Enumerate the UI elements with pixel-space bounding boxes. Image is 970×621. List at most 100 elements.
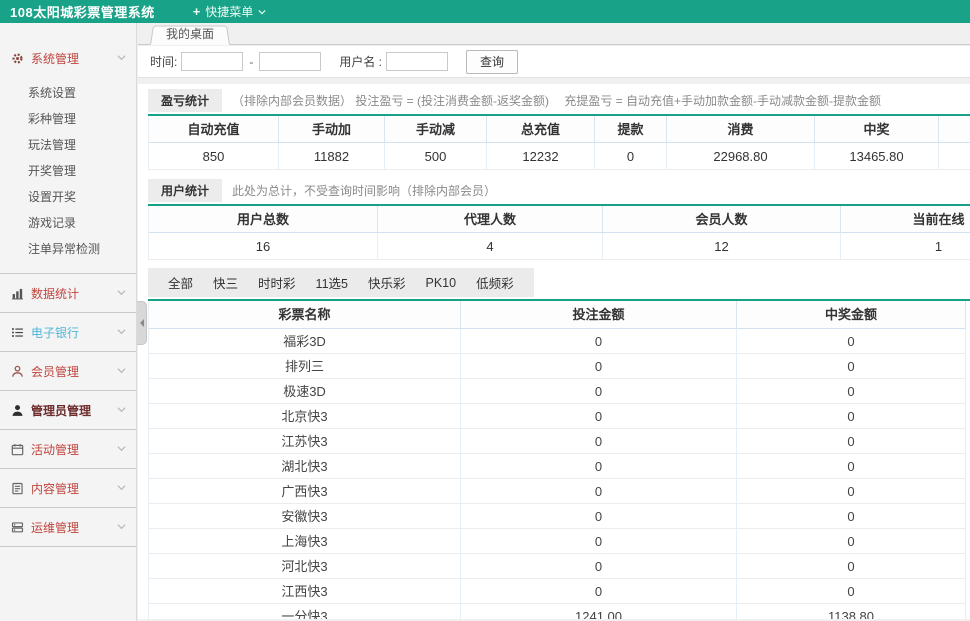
sidebar-subitem[interactable]: 游戏记录: [28, 209, 136, 235]
lottery-table-row: 北京快3 0 0: [148, 404, 966, 429]
sidebar-subitem[interactable]: 注单异常检测: [28, 235, 136, 261]
profit-header-filler-cell: [939, 116, 970, 143]
sidebar-section-stats: 数据统计: [0, 274, 136, 313]
lottery-win-amount-cell: 0: [737, 554, 966, 579]
lottery-table-row: 河北快3 0 0: [148, 554, 966, 579]
profit-header-cell: 手动加: [279, 116, 385, 143]
lottery-header-cell: 中奖金额: [737, 301, 966, 329]
lottery-bet-amount-cell: 0: [461, 479, 737, 504]
user-header-cell: 代理人数: [378, 206, 603, 233]
main-content: 我的桌面 时间: - 用户名 : 查询 盈亏统计 （排除内部会员数据） 投注盈亏…: [138, 23, 970, 621]
tab-my-desktop-label: 我的桌面: [150, 24, 230, 45]
sidebar-submenu-system: 系统设置彩种管理玩法管理开奖管理设置开奖游戏记录注单异常检测: [0, 77, 136, 273]
lottery-bet-amount-cell: 1241.00: [461, 604, 737, 619]
list-icon: [11, 326, 24, 339]
lottery-bet-amount-cell: 0: [461, 379, 737, 404]
lottery-name-cell: 江苏快3: [148, 429, 461, 454]
app-title: 108太阳城彩票管理系统: [0, 2, 155, 21]
lottery-tab[interactable]: 快三: [203, 272, 248, 293]
sidebar-item-e-bank[interactable]: 电子银行: [0, 313, 136, 351]
sidebar-item-activity-management[interactable]: 活动管理: [0, 430, 136, 468]
collapse-arrow-icon: [140, 319, 144, 327]
sidebar-item-data-statistics[interactable]: 数据统计: [0, 274, 136, 312]
user-header-cell: 会员人数: [603, 206, 841, 233]
lottery-table-row: 极速3D 0 0: [148, 379, 966, 404]
user-section-header: 用户统计 此处为总计，不受查询时间影响（排除内部会员）: [148, 180, 970, 200]
username-label: 用户名 :: [339, 53, 382, 70]
sidebar-collapse-handle[interactable]: [137, 301, 147, 345]
sidebar-subitem[interactable]: 玩法管理: [28, 131, 136, 157]
user-value-cell: 4: [378, 233, 603, 260]
sidebar-subitem[interactable]: 彩种管理: [28, 105, 136, 131]
lottery-win-amount-cell: 1138.80: [737, 604, 966, 619]
sidebar-item-content-management[interactable]: 内容管理: [0, 469, 136, 507]
lottery-header-cell: 投注金额: [461, 301, 737, 329]
quick-menu-button[interactable]: + 快捷菜单: [193, 3, 267, 20]
lottery-win-amount-cell: 0: [737, 354, 966, 379]
tab-my-desktop[interactable]: 我的桌面: [150, 24, 230, 45]
user-header-cell: 用户总数: [148, 206, 378, 233]
search-button[interactable]: 查询: [466, 50, 518, 74]
lottery-table-row: 广西快3 0 0: [148, 479, 966, 504]
lottery-table-row: 江西快3 0 0: [148, 579, 966, 604]
lottery-tab[interactable]: 低频彩: [466, 272, 524, 293]
sidebar-item-label: 数据统计: [31, 285, 79, 302]
lottery-bet-amount-cell: 0: [461, 329, 737, 354]
lottery-win-amount-cell: 0: [737, 404, 966, 429]
sidebar-item-ops-management[interactable]: 运维管理: [0, 508, 136, 546]
sidebar-item-system-management[interactable]: 系统管理: [0, 39, 136, 77]
lottery-name-cell: 上海快3: [148, 529, 461, 554]
lottery-name-cell: 北京快3: [148, 404, 461, 429]
profit-header-cell: 自动充值: [148, 116, 279, 143]
profit-value-cell: 500: [385, 143, 487, 170]
sidebar-item-member-management[interactable]: 会员管理: [0, 352, 136, 390]
lottery-table: 彩票名称投注金额中奖金额 福彩3D 0 0 排列三 0 0 极速3D 0 0 北…: [148, 299, 970, 619]
lottery-tab[interactable]: 全部: [158, 272, 203, 293]
document-icon: [11, 482, 24, 495]
profit-header-cell: 消费: [667, 116, 815, 143]
username-input[interactable]: [386, 52, 448, 71]
lottery-name-cell: 江西快3: [148, 579, 461, 604]
sidebar-item-admin-management[interactable]: 管理员管理: [0, 391, 136, 429]
lottery-table-row: 福彩3D 0 0: [148, 329, 966, 354]
calendar-icon: [11, 443, 24, 456]
profit-section-note: （排除内部会员数据） 投注盈亏 = (投注消费金额-返奖金额) 充提盈亏 = 自…: [232, 92, 881, 109]
sidebar-item-label: 电子银行: [31, 324, 79, 341]
lottery-name-cell: 广西快3: [148, 479, 461, 504]
user-table-clip: 用户总数代理人数会员人数当前在线 164121: [148, 204, 970, 260]
lottery-tab[interactable]: 时时彩: [248, 272, 306, 293]
sidebar-subitem[interactable]: 设置开奖: [28, 183, 136, 209]
lottery-table-row: 上海快3 0 0: [148, 529, 966, 554]
sidebar-subitem[interactable]: 开奖管理: [28, 157, 136, 183]
sidebar-item-label: 内容管理: [31, 480, 79, 497]
chevron-down-icon: [117, 442, 126, 456]
time-end-input[interactable]: [259, 52, 321, 71]
sidebar-item-label: 管理员管理: [31, 402, 91, 419]
lottery-tab[interactable]: 快乐彩: [358, 272, 416, 293]
user-solid-icon: [11, 404, 24, 417]
lottery-table-row: 湖北快3 0 0: [148, 454, 966, 479]
profit-table-clip: 自动充值手动加手动减总充值提款消费中奖 85011882500122320229…: [148, 114, 970, 170]
sidebar-item-label: 系统管理: [31, 50, 79, 67]
quick-menu-label: 快捷菜单: [205, 3, 253, 20]
profit-section-title: 盈亏统计: [148, 89, 222, 112]
user-table-header-row: 用户总数代理人数会员人数当前在线: [148, 206, 970, 233]
chevron-down-icon: [117, 481, 126, 495]
bar-chart-icon: [11, 287, 24, 300]
user-value-cell: 1: [841, 233, 970, 260]
lottery-table-row: 安徽快3 0 0: [148, 504, 966, 529]
lottery-name-cell: 一分快3: [148, 604, 461, 619]
chevron-down-icon: [117, 286, 126, 300]
time-start-input[interactable]: [181, 52, 243, 71]
lottery-table-row: 排列三 0 0: [148, 354, 966, 379]
filter-bar: 时间: - 用户名 : 查询: [138, 46, 970, 78]
lottery-name-cell: 福彩3D: [148, 329, 461, 354]
lottery-tab[interactable]: PK10: [416, 275, 467, 291]
sidebar-section-admins: 管理员管理: [0, 391, 136, 430]
user-table: 用户总数代理人数会员人数当前在线 164121: [148, 204, 970, 260]
lottery-tab[interactable]: 11选5: [306, 272, 358, 293]
lottery-win-amount-cell: 0: [737, 454, 966, 479]
chevron-down-icon: [117, 364, 126, 378]
sidebar-subitem[interactable]: 系统设置: [28, 79, 136, 105]
plus-icon: +: [193, 4, 201, 19]
